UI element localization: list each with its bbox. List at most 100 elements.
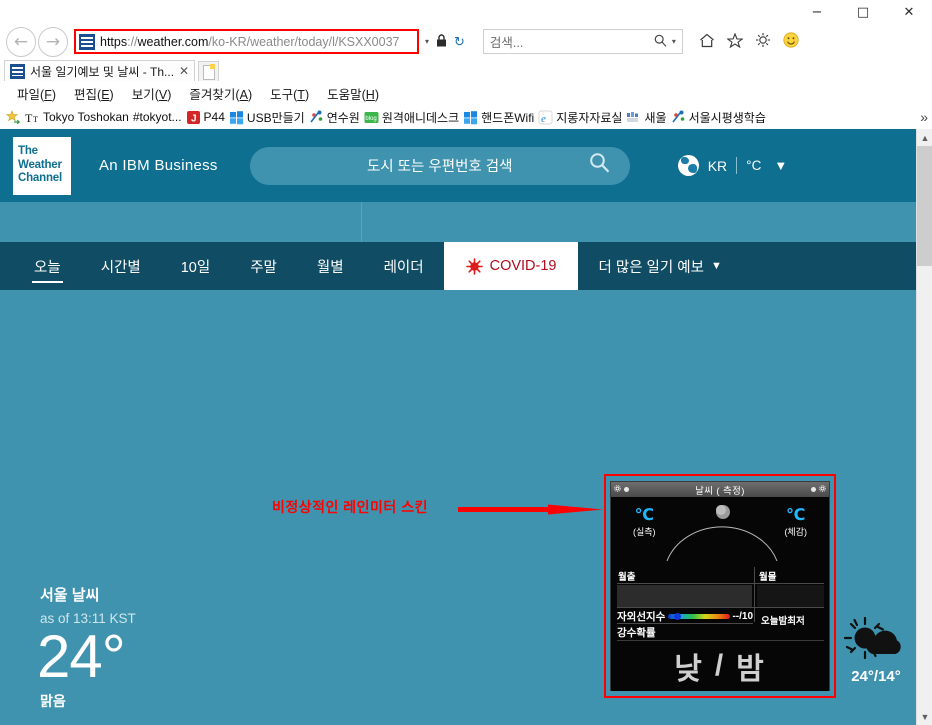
favorite-label: #tokyot... (132, 110, 182, 124)
address-bar[interactable]: https://weather.com/ko-KR/weather/today/… (74, 29, 419, 54)
skin-right-controls[interactable] (811, 485, 826, 494)
scrollbar-down-arrow[interactable]: ▼ (917, 708, 932, 725)
current-location-label: 서울 날씨 (40, 587, 100, 604)
smiley-glyph (783, 32, 799, 48)
favorite-label: 연수원 (326, 110, 360, 125)
favorite-item-anydesk[interactable]: blog 원격애니데스크 (364, 109, 459, 126)
close-button[interactable]: ✕ (886, 0, 932, 25)
favorite-item-tokyot[interactable]: #tokyot... (133, 110, 182, 124)
skin-moonrise-label: 월출 (618, 572, 636, 583)
tt-glyph: T T (25, 111, 38, 125)
gear-icon[interactable] (755, 32, 771, 51)
j-icon: J (186, 110, 201, 125)
close-icon[interactable]: ✕ (179, 64, 189, 78)
favorites-star-icon[interactable] (725, 32, 744, 51)
skin-title-bar: 날씨 ( 측정) (611, 482, 829, 497)
nav-tab-10day[interactable]: 10일 (161, 242, 230, 290)
gear-icon[interactable] (819, 485, 826, 494)
nav-tab-more-forecasts[interactable]: 더 많은 일기 예보 ▼ (578, 242, 741, 290)
nav-tab-monthly[interactable]: 월별 (297, 242, 364, 290)
weather-channel-logo[interactable]: The Weather Channel (13, 136, 71, 195)
nav-tab-today[interactable]: 오늘 (14, 242, 81, 290)
page-scrollbar[interactable]: ▲ ▼ (916, 129, 932, 725)
hi-lo-temperature: 24°/14° (851, 668, 901, 685)
favorite-label: 핸드폰Wifi (481, 110, 535, 125)
windows-icon (229, 110, 244, 125)
blog-icon: blog (364, 110, 379, 125)
forward-button[interactable]: → (38, 26, 68, 57)
virus-icon (465, 257, 483, 275)
refresh-icon[interactable]: ↻ (454, 34, 465, 50)
menu-item-edit[interactable]: 편집(E) (65, 84, 123, 103)
new-tab-button[interactable] (198, 61, 220, 81)
uv-indicator-dot (674, 613, 681, 620)
chevron-down-icon: ▼ (710, 260, 722, 272)
smiley-feedback-icon[interactable] (783, 32, 799, 51)
nav-tab-covid19[interactable]: COVID-19 (443, 242, 579, 290)
menu-item-file[interactable]: 파일(F) (8, 84, 65, 103)
site-search-input[interactable]: 도시 또는 우편번호 검색 (249, 146, 630, 185)
favorites-star-badge-icon[interactable] (5, 109, 21, 125)
svg-text:T: T (33, 115, 38, 124)
menu-item-help[interactable]: 도움말(H) (318, 84, 388, 103)
gear-icon[interactable] (614, 485, 621, 494)
favorites-overflow-icon[interactable]: » (920, 109, 928, 125)
skin-left-controls[interactable] (614, 485, 629, 494)
favorite-item-tokyo-toshokan[interactable]: T T Tokyo Toshokan (25, 110, 129, 125)
favorite-item-usb[interactable]: USB만들기 (229, 109, 305, 126)
url-path: /ko-KR/weather/today/l/KSXX0037 (208, 34, 400, 49)
arc-glyph (666, 505, 778, 562)
minimize-button[interactable]: − (794, 0, 840, 25)
favorite-item-seoul-lifelong[interactable]: 서울시평생학습 (671, 109, 766, 126)
back-button[interactable]: ← (6, 26, 36, 57)
rainmeter-weather-skin[interactable]: 날씨 ( 측정) ℃ (실측) ℃ (체감) 월출 월몰 자외선지수 --/10… (610, 481, 830, 691)
maximize-button[interactable]: □ (840, 0, 886, 25)
menu-label: 즐겨찾기 (189, 87, 236, 102)
browser-tab-weather[interactable]: 서울 일기예보 및 날씨 - Th... ✕ (4, 60, 196, 81)
favorite-item-jirong[interactable]: e 지롱자자료실 (538, 109, 622, 126)
search-icon[interactable] (589, 152, 610, 179)
scrollbar-up-arrow[interactable]: ▲ (917, 129, 932, 146)
annotation-label: 비정상적인 레인미터 스킨 (272, 499, 428, 515)
search-icon[interactable] (654, 34, 667, 50)
favorite-item-phone-wifi[interactable]: 핸드폰Wifi (463, 109, 534, 126)
scrollbar-thumb[interactable] (917, 146, 932, 266)
svg-text:J: J (191, 113, 197, 124)
home-icon[interactable] (699, 33, 715, 51)
skin-uv-value: --/10 (732, 610, 753, 622)
browser-search-box[interactable]: 검색... ▾ (482, 29, 683, 54)
menu-item-tools[interactable]: 도구(T) (261, 84, 318, 103)
dot-icon[interactable] (624, 487, 629, 492)
favorite-item-p44[interactable]: J P44 (186, 110, 225, 125)
skin-moonset-value-box (757, 585, 824, 607)
dot-icon[interactable] (811, 487, 816, 492)
favorite-item-saeul[interactable]: 새울 (626, 109, 667, 126)
skin-day-night-row: 낮 / 밤 (617, 644, 824, 688)
nav-tab-hourly[interactable]: 시간별 (81, 242, 161, 290)
nav-tab-radar[interactable]: 레이더 (364, 242, 444, 290)
locale-region-label: KR (707, 157, 728, 174)
menu-item-view[interactable]: 보기(V) (123, 84, 181, 103)
ad-placeholder-band (0, 202, 916, 242)
menu-item-favorites[interactable]: 즐겨찾기(A) (180, 84, 261, 103)
favorite-item-yeonsuwon[interactable]: 연수원 (309, 109, 360, 126)
address-bar-controls: ▾ ↻ (425, 29, 465, 54)
ie-icon: e (538, 110, 553, 125)
skin-body: ℃ (실측) ℃ (체감) 월출 월몰 자외선지수 --/10 강수확률 오늘밤… (611, 497, 829, 691)
lock-glyph (437, 33, 447, 46)
svg-text:blog: blog (365, 116, 376, 122)
arrow-right-glyph (458, 504, 603, 515)
current-hi-lo-block: 24°/14° (836, 616, 916, 685)
menu-accel: T (297, 87, 305, 102)
tt-icon: T T (25, 110, 40, 125)
locale-selector[interactable]: KR °C ▼ (677, 155, 787, 176)
chevron-down-icon[interactable]: ▾ (425, 37, 429, 46)
nav-tab-weekend[interactable]: 주말 (230, 242, 297, 290)
ad-slot-right (362, 202, 916, 242)
search-dropdown-caret-icon[interactable]: ▾ (672, 37, 676, 46)
menu-accel: F (44, 87, 52, 102)
chevron-down-icon[interactable]: ▼ (774, 158, 787, 173)
skin-moonset-label: 월몰 (759, 572, 777, 583)
star-dots-glyph (671, 110, 684, 122)
svg-text:e: e (541, 113, 546, 125)
